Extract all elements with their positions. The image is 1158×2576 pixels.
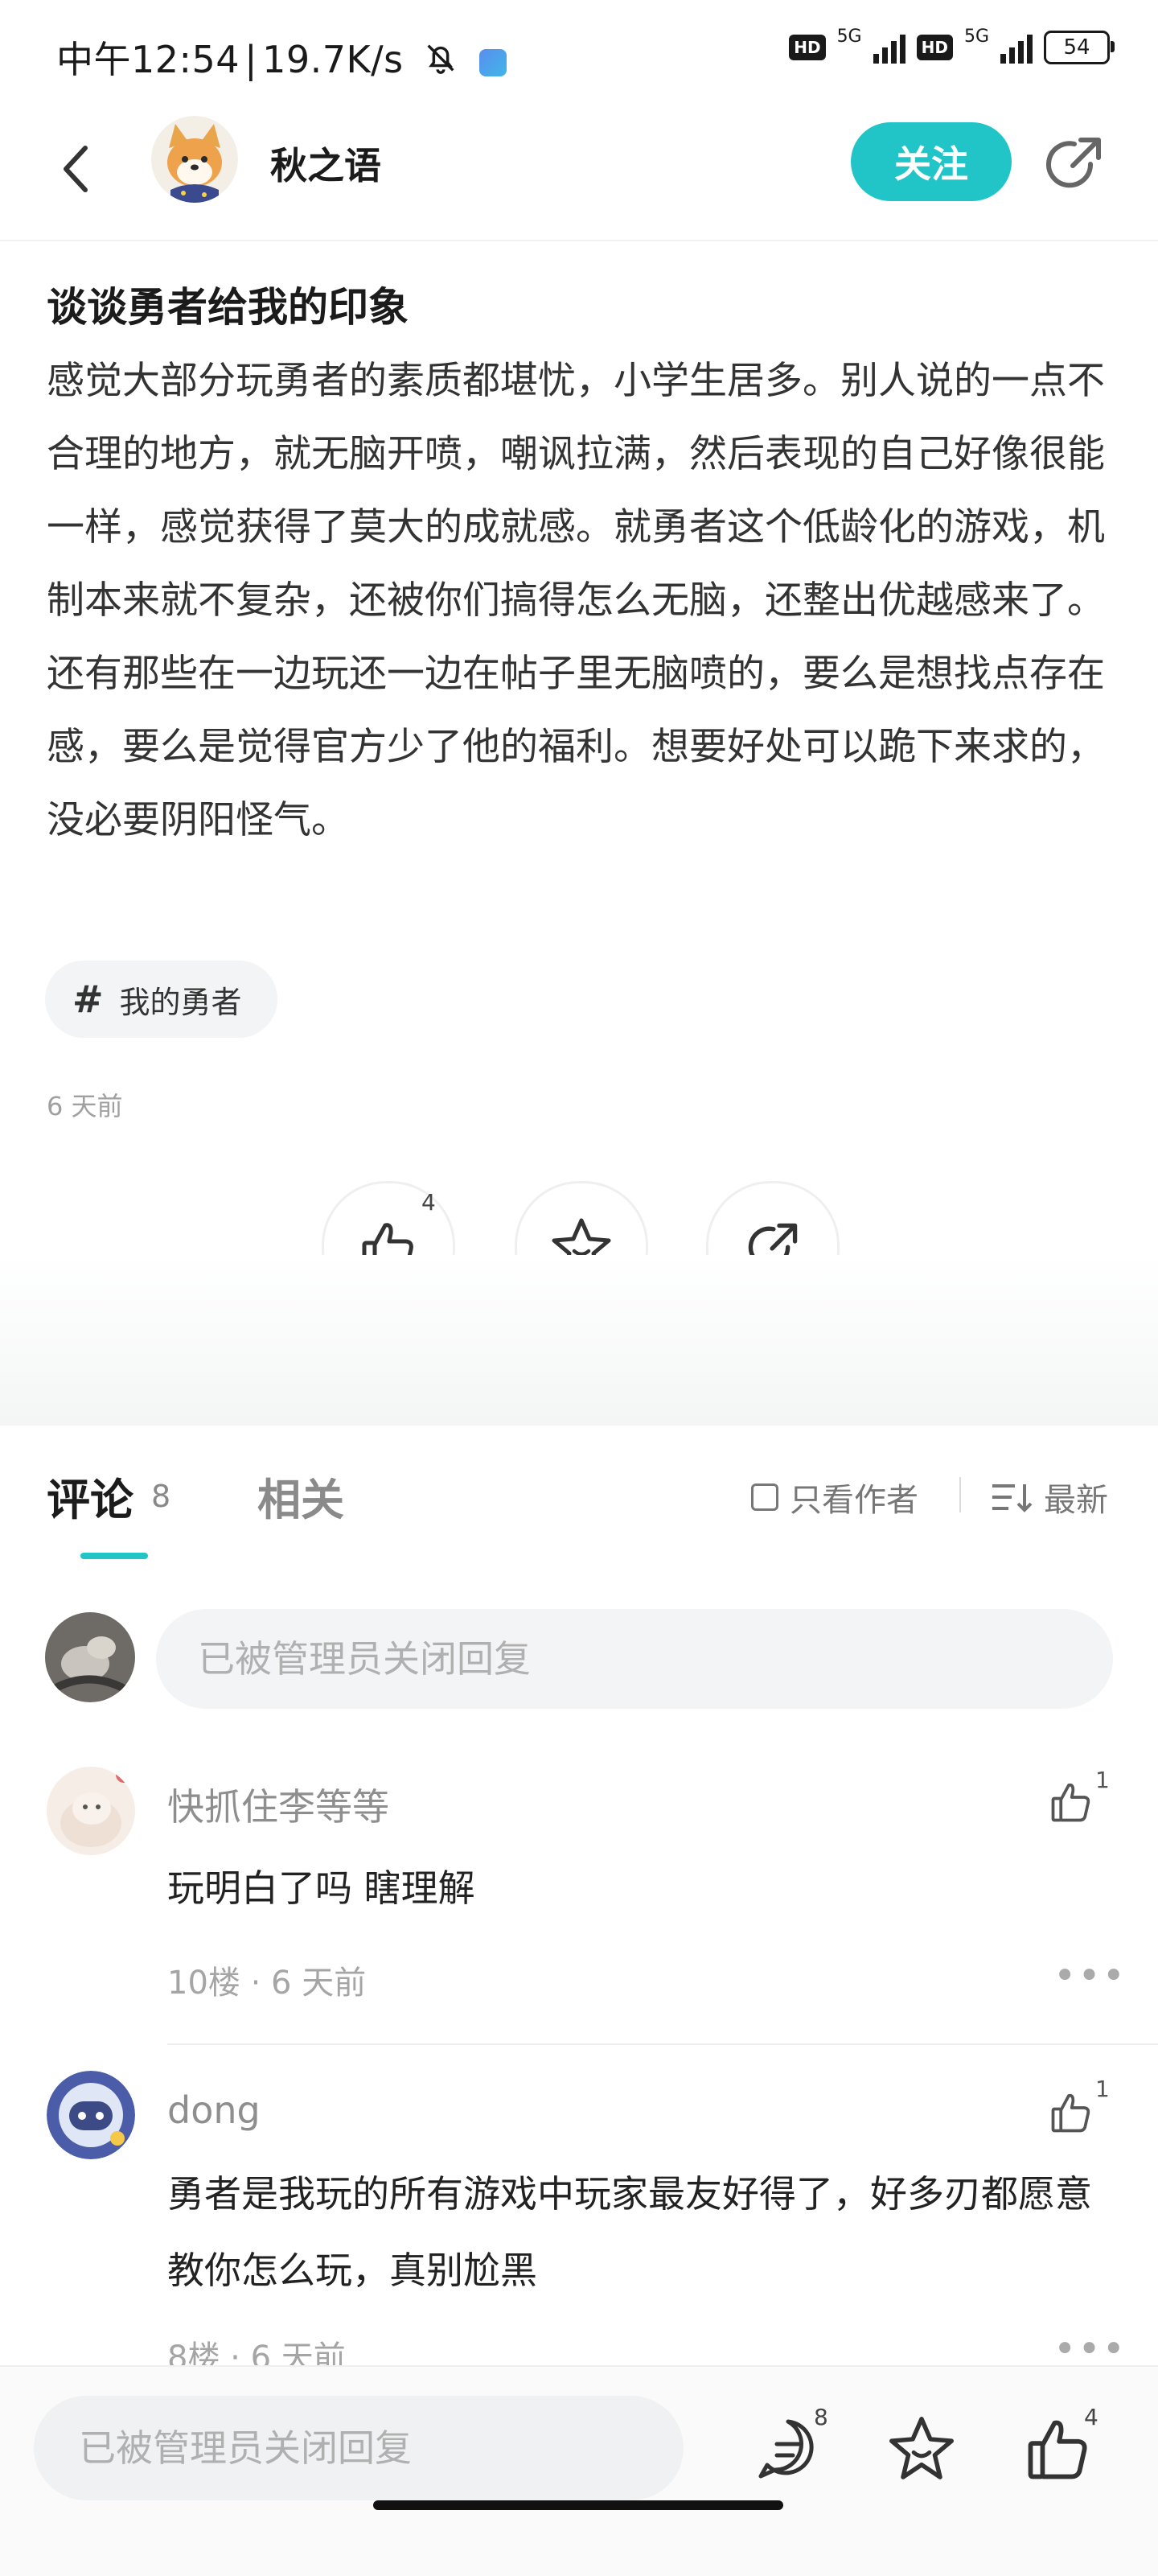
comment-text: 勇者是我玩的所有游戏中玩家最友好得了，好多刃都愿意教你怎么玩，真别尬黑 bbox=[167, 2172, 1092, 2292]
battery-icon: 54 bbox=[1044, 31, 1115, 64]
comment-like-count: 1 bbox=[1095, 2076, 1110, 2102]
bottom-reply-input[interactable] bbox=[34, 2396, 684, 2500]
robot-avatar-icon bbox=[47, 2071, 135, 2159]
commenter-name[interactable]: dong bbox=[167, 2088, 261, 2132]
post-title: 谈谈勇者给我的印象 bbox=[47, 284, 409, 331]
cat-avatar-icon bbox=[47, 1767, 135, 1855]
battery-level: 54 bbox=[1063, 35, 1090, 60]
thumbs-up-icon bbox=[1051, 1783, 1090, 1822]
post-time: 6 天前 bbox=[47, 1091, 123, 1121]
bottom-favorite-button[interactable] bbox=[885, 2412, 959, 2486]
bottom-comment-count: 8 bbox=[814, 2404, 828, 2430]
back-button[interactable] bbox=[45, 137, 109, 201]
thumbs-up-icon bbox=[1051, 2093, 1090, 2133]
bottom-like-count: 4 bbox=[1084, 2404, 1098, 2430]
tab-related[interactable]: 相关 bbox=[257, 1464, 344, 1528]
mute-bell-icon bbox=[422, 39, 459, 85]
share-icon bbox=[1046, 138, 1101, 188]
hd-badge-2: HD bbox=[916, 35, 953, 60]
comment-like-count: 1 bbox=[1095, 1767, 1110, 1793]
network-type-2: 5G bbox=[963, 26, 989, 47]
like-count: 4 bbox=[421, 1189, 436, 1216]
sort-label: 最新 bbox=[1044, 1482, 1108, 1519]
status-bar: 中午12:54 | 19.7K/s HD 5G HD 5G 54 bbox=[0, 0, 1158, 105]
network-type: 5G bbox=[836, 26, 862, 47]
comment-meta: 10楼 · 6 天前 bbox=[167, 1965, 367, 2002]
signal-icon bbox=[873, 31, 905, 64]
topic-tag[interactable]: # 我的勇者 bbox=[45, 961, 277, 1038]
my-avatar bbox=[45, 1612, 135, 1702]
commenter-name[interactable]: 快抓住李等等 bbox=[167, 1778, 389, 1831]
author-only-filter[interactable]: 只看作者 bbox=[751, 1474, 918, 1520]
more-options-icon[interactable]: ••• bbox=[1053, 1953, 1127, 1998]
section-fade bbox=[0, 1255, 1158, 1426]
active-tab-indicator bbox=[80, 1553, 148, 1559]
tab-comments[interactable]: 评论 bbox=[47, 1464, 133, 1528]
comment-divider bbox=[167, 2043, 1158, 2045]
checkbox-icon bbox=[751, 1483, 778, 1511]
home-indicator[interactable] bbox=[373, 2500, 783, 2510]
filter-divider bbox=[959, 1477, 961, 1512]
comments-count: 8 bbox=[151, 1479, 171, 1514]
post-body: 感觉大部分玩勇者的素质都堪忧，小学生居多。别人说的一点不合理的地方，就无脑开喷，… bbox=[47, 359, 1105, 842]
comment-text: 玩明白了吗 瞎理解 bbox=[167, 1866, 475, 1910]
author-avatar[interactable] bbox=[151, 116, 238, 203]
user-avatar-icon bbox=[45, 1612, 135, 1702]
reply-input[interactable] bbox=[156, 1609, 1113, 1709]
status-speed: 19.7K/s bbox=[262, 38, 404, 81]
author-only-label: 只看作者 bbox=[790, 1482, 918, 1519]
status-left: 中午12:54 | 19.7K/s bbox=[56, 31, 507, 85]
sort-button[interactable]: 最新 bbox=[991, 1474, 1108, 1520]
status-right: HD 5G HD 5G 54 bbox=[789, 27, 1115, 64]
commenter-avatar[interactable] bbox=[47, 2071, 135, 2159]
share-button[interactable] bbox=[1037, 129, 1110, 201]
app-notification-icon bbox=[478, 48, 507, 76]
status-separator: | bbox=[244, 38, 258, 81]
star-face-icon bbox=[889, 2417, 954, 2479]
hashtag-icon: # bbox=[72, 977, 104, 1021]
back-icon bbox=[64, 146, 88, 192]
post-header: 秋之语 关注 bbox=[0, 105, 1158, 241]
author-name[interactable]: 秋之语 bbox=[270, 137, 381, 190]
status-time: 中午12:54 bbox=[56, 38, 240, 81]
topic-tag-label: 我的勇者 bbox=[119, 984, 242, 1020]
commenter-avatar[interactable] bbox=[47, 1767, 135, 1855]
bottom-action-bar: 8 4 bbox=[0, 2365, 1158, 2576]
signal-icon-2 bbox=[1000, 31, 1033, 64]
hd-badge: HD bbox=[789, 35, 826, 60]
follow-button[interactable]: 关注 bbox=[851, 122, 1012, 201]
shiba-avatar-icon bbox=[151, 116, 238, 203]
sort-icon bbox=[992, 1484, 1033, 1512]
